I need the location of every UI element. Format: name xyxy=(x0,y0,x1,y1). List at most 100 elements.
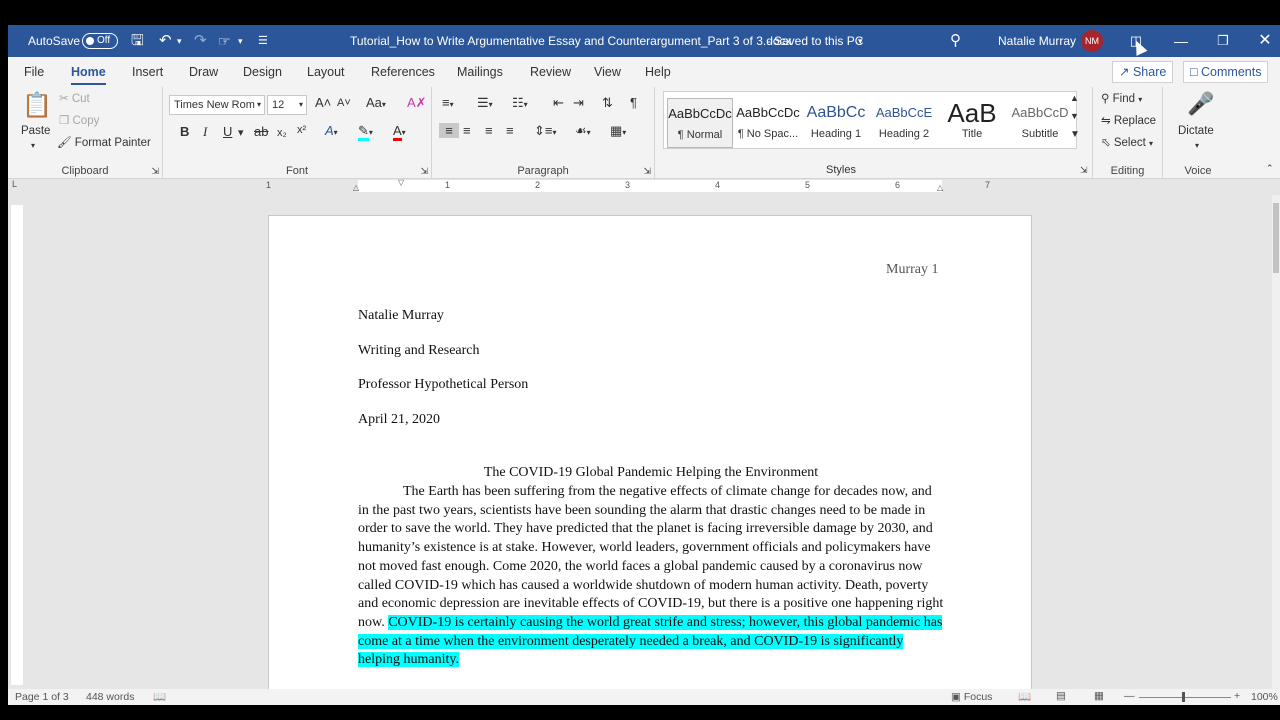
read-mode-icon[interactable]: 📖 xyxy=(1018,690,1031,703)
word-count[interactable]: 448 words xyxy=(86,691,134,703)
customize-qat-icon[interactable]: ☰ xyxy=(258,25,268,57)
save-status[interactable]: Saved to this PC xyxy=(774,25,863,57)
collapse-ribbon-icon[interactable]: ⌃ xyxy=(1266,163,1274,174)
change-case-icon[interactable]: Aa▾ xyxy=(366,95,386,110)
tab-review[interactable]: Review xyxy=(530,57,571,87)
page-header[interactable]: Murray 1 xyxy=(886,262,939,278)
dialog-launcher-icon[interactable]: ⇲ xyxy=(420,166,428,177)
zoom-slider-thumb[interactable] xyxy=(1182,692,1185,702)
increase-indent-icon[interactable]: ⇥ xyxy=(573,95,584,111)
print-layout-icon[interactable]: ▤ xyxy=(1056,690,1066,702)
styles-more-icon[interactable]: ▼ xyxy=(1070,129,1080,140)
redo-icon[interactable]: ↷ xyxy=(194,25,207,57)
zoom-slider[interactable] xyxy=(1139,697,1231,698)
multilevel-list-icon[interactable]: ☷▾ xyxy=(512,95,528,111)
bold-icon[interactable]: B xyxy=(180,124,189,139)
document-page[interactable]: Murray 1 Natalie Murray Writing and Rese… xyxy=(268,215,1032,695)
touch-mode-icon[interactable]: ☞ xyxy=(218,25,231,57)
dialog-launcher-icon[interactable]: ⇲ xyxy=(1080,165,1088,176)
font-color-icon[interactable]: A▾ xyxy=(393,123,406,141)
paste-button[interactable]: Paste xyxy=(21,125,50,137)
essay-title[interactable]: The COVID-19 Global Pandemic Helping the… xyxy=(358,465,944,481)
tab-selector-icon[interactable]: L xyxy=(12,179,17,189)
save-icon[interactable]: 🖫 xyxy=(131,25,144,57)
comments-button[interactable]: □ Comments xyxy=(1183,61,1269,83)
format-painter-button[interactable]: 🖌 Format Painter xyxy=(57,135,151,149)
paste-icon[interactable]: 📋 xyxy=(22,91,52,120)
copy-button[interactable]: ❐ Copy xyxy=(59,113,99,127)
highlight-icon[interactable]: ✎▾ xyxy=(358,123,373,141)
align-left-icon[interactable]: ≡ xyxy=(439,123,459,138)
user-name[interactable]: Natalie Murray xyxy=(998,25,1076,57)
styles-scroll-down-icon[interactable]: ▼ xyxy=(1070,111,1079,121)
share-button[interactable]: ↗ Share xyxy=(1112,61,1174,83)
style-title[interactable]: AaB Title xyxy=(939,98,1005,148)
microphone-icon[interactable]: 🎤 xyxy=(1187,91,1214,117)
replace-button[interactable]: ⇋ Replace xyxy=(1101,113,1156,127)
autosave-toggle[interactable]: Off xyxy=(82,33,118,49)
text-effects-icon[interactable]: A▾ xyxy=(325,123,338,138)
tab-references[interactable]: References xyxy=(371,57,435,87)
undo-icon[interactable]: ↶ xyxy=(159,25,172,57)
borders-icon[interactable]: ▦▾ xyxy=(610,123,626,139)
chevron-down-icon[interactable]: ▾ xyxy=(1195,141,1199,150)
chevron-down-icon[interactable]: ▾ xyxy=(177,25,182,57)
chevron-down-icon[interactable]: ▾ xyxy=(31,141,35,150)
select-button[interactable]: ⬁ Select ▾ xyxy=(1101,135,1153,149)
close-icon[interactable]: ✕ xyxy=(1242,25,1280,57)
restore-icon[interactable]: ❐ xyxy=(1200,25,1246,57)
underline-icon[interactable]: U xyxy=(223,124,232,139)
dictate-button[interactable]: Dictate xyxy=(1178,125,1214,137)
tab-insert[interactable]: Insert xyxy=(132,57,163,87)
tab-home[interactable]: Home xyxy=(71,57,106,87)
shrink-font-icon[interactable]: A˅ xyxy=(337,97,351,109)
minimize-icon[interactable]: — xyxy=(1158,25,1204,57)
sort-icon[interactable]: ⇅ xyxy=(602,95,613,111)
align-center-icon[interactable]: ≡ xyxy=(463,123,471,138)
tab-design[interactable]: Design xyxy=(243,57,282,87)
line-spacing-icon[interactable]: ⇕≡▾ xyxy=(534,123,557,139)
style-subtitle[interactable]: AaBbCcD Subtitle xyxy=(1007,98,1073,148)
ruler-bar[interactable]: 1 1 2 3 4 5 6 7 ▽ △ △ xyxy=(266,178,1032,192)
dialog-launcher-icon[interactable]: ⇲ xyxy=(151,166,159,177)
zoom-in-icon[interactable]: + xyxy=(1234,690,1240,702)
justify-icon[interactable]: ≡ xyxy=(506,123,514,138)
clear-formatting-icon[interactable]: A✗ xyxy=(407,95,427,111)
course-line[interactable]: Writing and Research xyxy=(358,343,480,359)
strikethrough-icon[interactable]: ab xyxy=(254,124,268,139)
cut-button[interactable]: ✂ Cut xyxy=(59,91,90,105)
shading-icon[interactable]: ☙▾ xyxy=(575,123,591,139)
style-heading-1[interactable]: AaBbCc Heading 1 xyxy=(803,98,869,148)
italic-icon[interactable]: I xyxy=(203,124,207,140)
proofing-icon[interactable]: 📖 xyxy=(153,690,166,703)
tab-mailings[interactable]: Mailings xyxy=(457,57,503,87)
page-count[interactable]: Page 1 of 3 xyxy=(15,691,69,703)
tab-view[interactable]: View xyxy=(594,57,621,87)
tab-file[interactable]: File xyxy=(24,57,44,87)
scrollbar-thumb[interactable] xyxy=(1273,203,1279,273)
professor-line[interactable]: Professor Hypothetical Person xyxy=(358,377,528,393)
web-layout-icon[interactable]: ▦ xyxy=(1094,690,1104,702)
decrease-indent-icon[interactable]: ⇤ xyxy=(553,95,564,111)
show-formatting-icon[interactable]: ¶ xyxy=(630,95,637,110)
tab-help[interactable]: Help xyxy=(645,57,671,87)
zoom-out-icon[interactable]: — xyxy=(1124,690,1135,702)
chevron-down-icon[interactable]: ▾ xyxy=(858,25,863,57)
dialog-launcher-icon[interactable]: ⇲ xyxy=(643,166,651,177)
date-line[interactable]: April 21, 2020 xyxy=(358,412,440,428)
tab-draw[interactable]: Draw xyxy=(189,57,218,87)
align-right-icon[interactable]: ≡ xyxy=(485,123,493,138)
avatar[interactable]: NM xyxy=(1081,30,1103,52)
grow-font-icon[interactable]: A˄ xyxy=(315,95,331,110)
tab-layout[interactable]: Layout xyxy=(307,57,345,87)
right-indent-marker[interactable]: △ xyxy=(937,183,943,192)
subscript-icon[interactable]: x₂ xyxy=(277,127,287,139)
font-name-combo[interactable]: Times New Rom ▾ xyxy=(169,95,265,115)
chevron-down-icon[interactable]: ▾ xyxy=(238,126,244,139)
body-paragraph[interactable]: The Earth has been suffering from the ne… xyxy=(358,483,944,670)
styles-scroll-up-icon[interactable]: ▲ xyxy=(1070,93,1079,103)
superscript-icon[interactable]: x² xyxy=(297,124,306,136)
style-normal[interactable]: AaBbCcDc ¶ Normal xyxy=(667,98,733,148)
first-line-indent-marker[interactable]: ▽ xyxy=(398,178,404,187)
focus-button[interactable]: ▣ Focus xyxy=(951,691,992,703)
